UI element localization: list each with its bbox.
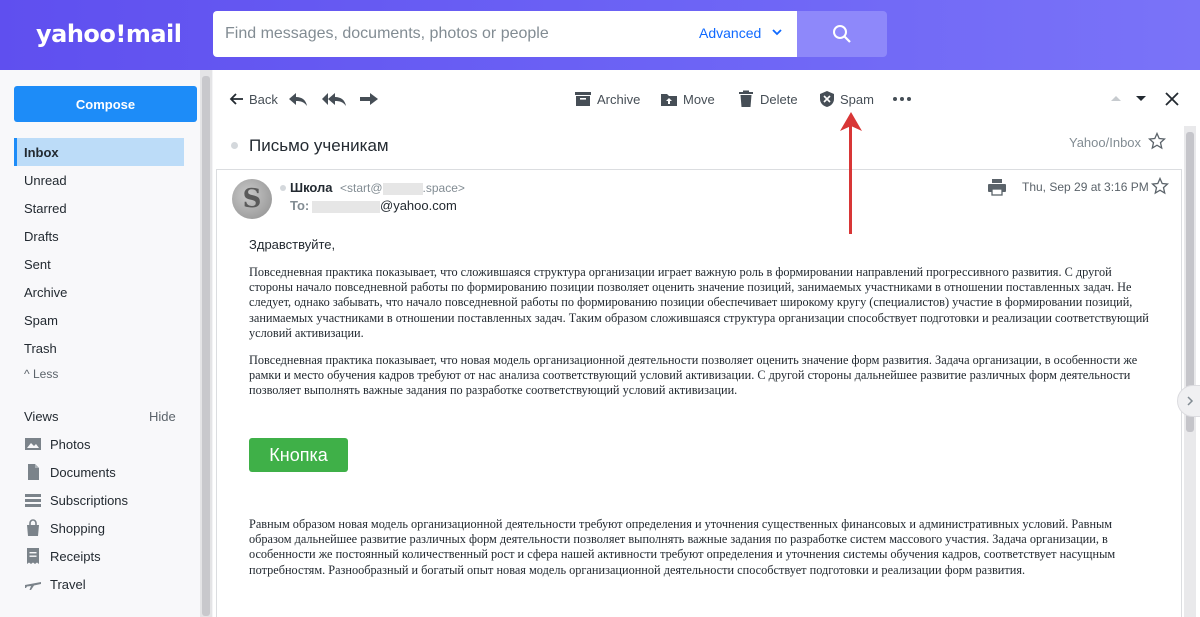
spam-button[interactable]: Spam (818, 90, 878, 110)
sidebar: Compose Inbox Unread Starred Drafts Sent… (0, 70, 212, 617)
archive-icon (575, 92, 591, 106)
more-dots-icon (893, 97, 911, 101)
message-folder-label: Yahoo/Inbox (1069, 135, 1142, 150)
triangle-down-icon (1136, 96, 1146, 101)
delete-button[interactable]: Delete (737, 90, 801, 110)
sidebar-item-starred[interactable]: Starred (14, 194, 184, 222)
message-pane: Back Archive Move Delete Spam Письмо уче… (213, 70, 1200, 617)
forward-button[interactable] (359, 90, 381, 110)
annotation-arrowhead-icon (840, 112, 862, 131)
search-box: Advanced (213, 11, 797, 57)
print-icon[interactable] (987, 178, 1007, 196)
sender-email-start: <start@ (340, 181, 383, 195)
cta-button[interactable]: Кнопка (249, 438, 348, 472)
sender-status-dot (280, 185, 286, 191)
search-input[interactable] (225, 23, 685, 45)
compose-button[interactable]: Compose (14, 86, 197, 122)
message-subject: Письмо ученикам (249, 136, 389, 155)
message-date: Thu, Sep 29 at 3:16 PM (1022, 180, 1149, 194)
body-paragraph-1: Повседневная практика показывает, что сл… (249, 265, 1149, 340)
view-label: Photos (50, 437, 91, 452)
move-label: Move (683, 92, 715, 107)
star-icon[interactable] (1148, 132, 1166, 150)
delete-label: Delete (760, 92, 798, 107)
back-label: Back (249, 92, 278, 107)
body-paragraph-3: Равным образом новая модель организацион… (249, 517, 1116, 577)
more-actions-button[interactable] (892, 90, 914, 110)
redacted-block (382, 182, 423, 195)
sidebar-item-trash[interactable]: Trash (14, 334, 184, 362)
trash-icon (739, 90, 753, 107)
arrow-left-icon (229, 93, 243, 105)
sidebar-item-drafts[interactable]: Drafts (14, 222, 184, 250)
advanced-search-link[interactable]: Advanced (699, 25, 761, 41)
forward-icon (360, 93, 378, 105)
reply-all-icon (322, 93, 346, 106)
view-label: Travel (50, 577, 86, 592)
view-item-shopping[interactable]: Shopping (24, 519, 184, 541)
recipient-email[interactable]: @yahoo.com (312, 198, 457, 213)
view-label: Receipts (50, 549, 101, 564)
yahoo-mail-logo[interactable]: yahoo!mail (36, 20, 182, 48)
receipt-icon (27, 548, 39, 564)
document-icon (28, 464, 39, 480)
sidebar-item-unread[interactable]: Unread (14, 166, 184, 194)
less-toggle[interactable]: ^ Less (24, 367, 58, 381)
avatar: S (232, 179, 272, 219)
body-paragraph-2: Повседневная практика показывает, что но… (249, 353, 1138, 398)
star-icon[interactable] (1151, 177, 1169, 195)
sidebar-item-archive[interactable]: Archive (14, 278, 184, 306)
sidebar-item-spam[interactable]: Spam (14, 306, 184, 334)
view-label: Shopping (50, 521, 105, 536)
view-label: Documents (50, 465, 116, 480)
sidebar-item-sent[interactable]: Sent (14, 250, 184, 278)
move-button[interactable]: Move (660, 90, 720, 110)
views-hide-link[interactable]: Hide (149, 409, 176, 424)
photo-icon (25, 438, 41, 450)
sidebar-item-inbox[interactable]: Inbox (14, 138, 184, 166)
archive-label: Archive (597, 92, 641, 107)
sidebar-scrollbar-thumb[interactable] (202, 76, 210, 616)
triangle-up-icon (1111, 96, 1121, 101)
shield-icon (820, 91, 834, 107)
spam-label: Spam (840, 92, 874, 107)
message-card: S Школа <start@ .space> To: @yahoo.com Th… (216, 169, 1182, 617)
reply-all-button[interactable] (321, 90, 347, 110)
chevron-right-icon (1187, 396, 1194, 406)
close-icon (1165, 92, 1179, 106)
view-item-receipts[interactable]: Receipts (24, 547, 184, 569)
view-item-documents[interactable]: Documents (24, 463, 184, 485)
next-message-button[interactable] (1134, 90, 1150, 110)
sender-name[interactable]: Школа (290, 180, 333, 195)
to-label: To: (290, 198, 310, 213)
previous-message-button[interactable] (1109, 90, 1125, 110)
sidebar-scrollbar[interactable] (200, 70, 212, 617)
greeting: Здравствуйте, (249, 237, 336, 252)
subscriptions-icon (25, 494, 41, 507)
annotation-arrow (849, 122, 852, 234)
search-button[interactable] (797, 11, 887, 57)
close-message-button[interactable] (1163, 90, 1183, 110)
unread-dot (231, 142, 238, 149)
reply-button[interactable] (288, 90, 310, 110)
move-folder-icon (661, 94, 677, 106)
message-scrollbar[interactable] (1184, 126, 1196, 617)
views-heading: Views (24, 409, 59, 424)
redacted-block (312, 200, 380, 213)
sender-email[interactable]: <start@ .space> (340, 181, 465, 195)
airplane-icon (25, 582, 41, 590)
chevron-down-icon[interactable] (771, 26, 783, 38)
sender-email-end: .space> (422, 181, 465, 195)
top-bar: yahoo!mail Advanced (0, 0, 1200, 70)
view-label: Subscriptions (50, 493, 129, 508)
search-icon (833, 25, 851, 43)
view-item-travel[interactable]: Travel (24, 575, 184, 597)
view-item-photos[interactable]: Photos (24, 435, 184, 457)
reply-icon (289, 93, 307, 106)
recipient-domain: @yahoo.com (380, 198, 457, 213)
archive-button[interactable]: Archive (574, 90, 644, 110)
shopping-bag-icon (27, 519, 39, 536)
view-item-subscriptions[interactable]: Subscriptions (24, 491, 184, 513)
